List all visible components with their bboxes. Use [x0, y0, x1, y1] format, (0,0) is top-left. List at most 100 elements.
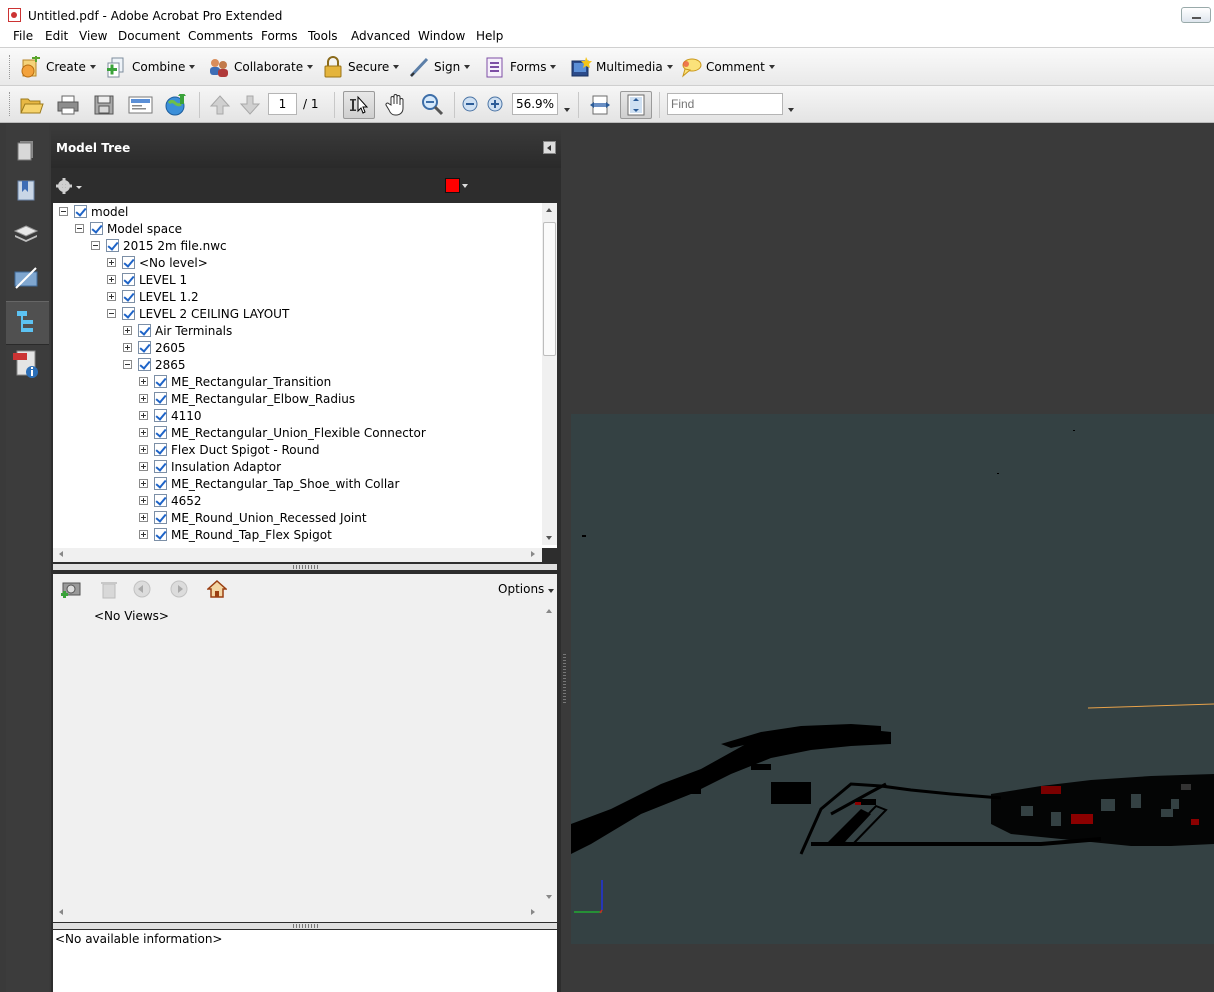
find-input[interactable]	[667, 93, 783, 115]
next-page-icon[interactable]	[239, 94, 261, 116]
tree-row[interactable]: Insulation Adaptor	[139, 458, 281, 475]
sign-button[interactable]: Sign	[408, 56, 471, 78]
menu-file[interactable]: File	[13, 29, 33, 43]
next-view-button[interactable]	[170, 580, 188, 598]
tree-row[interactable]: 2605	[123, 339, 186, 356]
visibility-checkbox[interactable]	[154, 460, 167, 473]
select-tool-button[interactable]	[343, 91, 375, 119]
document-properties-nav-button[interactable]	[6, 344, 49, 386]
scroll-left-icon[interactable]	[59, 551, 63, 557]
visibility-checkbox[interactable]	[154, 494, 167, 507]
zoom-dropdown-icon[interactable]	[560, 101, 570, 115]
combine-button[interactable]: Combine	[106, 56, 196, 78]
tree-row[interactable]: LEVEL 1.2	[107, 288, 199, 305]
visibility-checkbox[interactable]	[154, 511, 167, 524]
visibility-checkbox[interactable]	[122, 307, 135, 320]
tree-row[interactable]: model	[59, 203, 128, 220]
scroll-up-icon[interactable]	[546, 208, 552, 212]
scroll-left-icon[interactable]	[59, 909, 63, 915]
collapse-icon[interactable]	[107, 309, 116, 318]
print-icon[interactable]	[57, 94, 79, 116]
tree-row[interactable]: Flex Duct Spigot - Round	[139, 441, 319, 458]
scroll-right-icon[interactable]	[531, 551, 535, 557]
tree-row[interactable]: ME_Rectangular_Union_Flexible Connector	[139, 424, 426, 441]
add-view-button[interactable]	[60, 578, 82, 600]
delete-view-button[interactable]	[98, 578, 120, 600]
menu-comments[interactable]: Comments	[188, 29, 253, 43]
tree-row[interactable]: LEVEL 2 CEILING LAYOUT	[107, 305, 289, 322]
tree-row[interactable]: Model space	[75, 220, 182, 237]
layers-nav-button[interactable]	[6, 214, 49, 256]
tree-vertical-scrollbar[interactable]	[542, 203, 557, 545]
toolbar-grip[interactable]	[9, 92, 13, 116]
tree-horizontal-scrollbar[interactable]	[53, 548, 542, 562]
signatures-nav-button[interactable]	[6, 258, 49, 300]
expand-icon[interactable]	[139, 428, 148, 437]
expand-icon[interactable]	[139, 377, 148, 386]
minimize-button[interactable]	[1181, 7, 1211, 23]
tree-row[interactable]: 2865	[123, 356, 186, 373]
visibility-checkbox[interactable]	[154, 392, 167, 405]
menu-tools[interactable]: Tools	[308, 29, 338, 43]
previous-view-button[interactable]	[133, 580, 151, 598]
expand-icon[interactable]	[139, 411, 148, 420]
comment-button[interactable]: Comment	[680, 56, 775, 78]
tree-row[interactable]: ME_Rectangular_Elbow_Radius	[139, 390, 355, 407]
expand-icon[interactable]	[139, 479, 148, 488]
tree-row[interactable]: 2015 2m file.nwc	[91, 237, 227, 254]
zoom-in-icon[interactable]	[487, 96, 503, 112]
tree-row[interactable]: 4652	[139, 492, 202, 509]
scroll-right-icon[interactable]	[531, 909, 535, 915]
page-number-input[interactable]: 1	[268, 93, 297, 115]
secure-button[interactable]: Secure	[322, 56, 400, 78]
toolbar-grip[interactable]	[9, 55, 13, 79]
menu-document[interactable]: Document	[118, 29, 180, 43]
create-button[interactable]: Create	[20, 54, 96, 78]
menu-advanced[interactable]: Advanced	[351, 29, 410, 43]
views-vertical-scrollbar[interactable]	[542, 604, 557, 906]
scroll-up-icon[interactable]	[546, 609, 552, 613]
menu-view[interactable]: View	[79, 29, 107, 43]
visibility-checkbox[interactable]	[74, 205, 87, 218]
tree-row[interactable]: LEVEL 1	[107, 271, 187, 288]
multimedia-button[interactable]: Multimedia	[570, 56, 673, 78]
hand-tool-icon[interactable]	[384, 93, 406, 116]
visibility-checkbox[interactable]	[154, 375, 167, 388]
visibility-checkbox[interactable]	[154, 426, 167, 439]
expand-icon[interactable]	[107, 258, 116, 267]
model-tree-nav-button[interactable]	[6, 301, 49, 345]
scroll-down-icon[interactable]	[546, 895, 552, 899]
save-icon[interactable]	[93, 94, 115, 116]
visibility-checkbox[interactable]	[90, 222, 103, 235]
zoom-tool-icon[interactable]	[421, 93, 444, 116]
visibility-checkbox[interactable]	[138, 341, 151, 354]
tree-views-splitter[interactable]	[53, 564, 557, 570]
upload-globe-icon[interactable]	[164, 91, 186, 116]
expand-icon[interactable]	[107, 292, 116, 301]
previous-page-icon[interactable]	[209, 94, 231, 116]
collapse-icon[interactable]	[123, 360, 132, 369]
expand-icon[interactable]	[139, 394, 148, 403]
3d-model-canvas[interactable]	[571, 414, 1214, 944]
collapse-panel-button[interactable]	[543, 141, 556, 154]
menu-window[interactable]: Window	[418, 29, 465, 43]
open-folder-icon[interactable]	[20, 94, 44, 116]
tree-row[interactable]: ME_Rectangular_Tap_Shoe_with Collar	[139, 475, 399, 492]
scroll-thumb[interactable]	[543, 222, 556, 356]
zoom-level-input[interactable]: 56.9%	[512, 93, 558, 115]
views-info-splitter[interactable]	[53, 923, 557, 929]
bookmarks-nav-button[interactable]	[6, 170, 49, 212]
tree-row[interactable]: 4110	[139, 407, 202, 424]
visibility-checkbox[interactable]	[138, 358, 151, 371]
collaborate-button[interactable]: Collaborate	[208, 56, 314, 78]
expand-icon[interactable]	[139, 513, 148, 522]
visibility-checkbox[interactable]	[106, 239, 119, 252]
splitter-grip[interactable]	[563, 654, 566, 704]
scroll-down-icon[interactable]	[546, 536, 552, 540]
email-icon[interactable]	[128, 94, 153, 116]
zoom-out-icon[interactable]	[462, 96, 478, 112]
expand-icon[interactable]	[107, 275, 116, 284]
expand-icon[interactable]	[139, 445, 148, 454]
fit-width-icon[interactable]	[589, 94, 611, 116]
forms-button[interactable]: Forms	[484, 56, 557, 78]
